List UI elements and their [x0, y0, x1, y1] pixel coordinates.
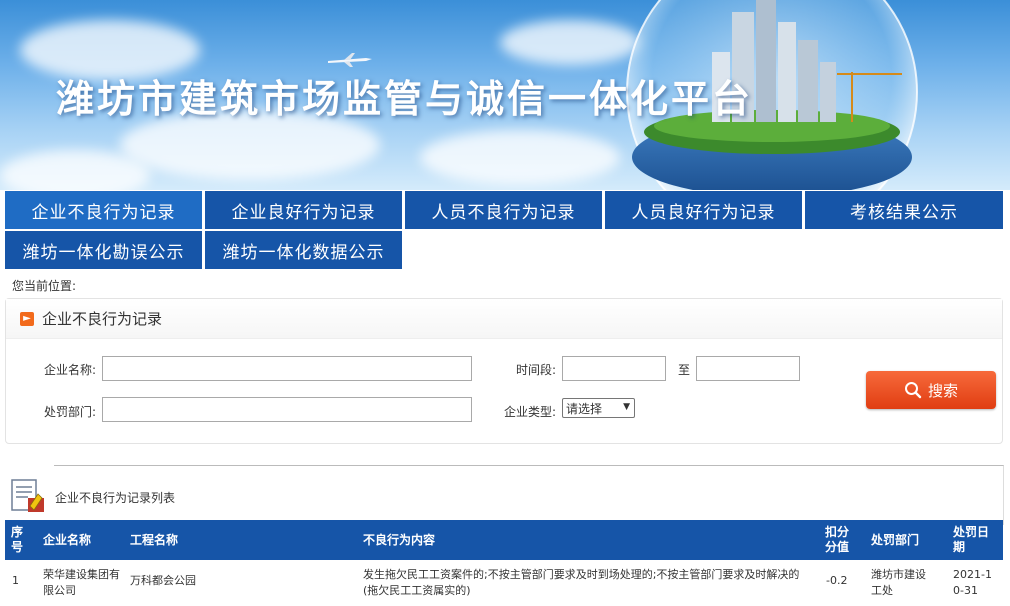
col-project: 工程名称	[130, 532, 179, 547]
panel-header: ► 企业不良行为记录	[6, 299, 1002, 339]
col-dept: 处罚部门	[871, 532, 920, 547]
header-banner: 潍坊市建筑市场监管与诚信一体化平台	[0, 0, 1010, 190]
cell-index: 1	[12, 574, 19, 587]
document-list-icon	[11, 479, 44, 512]
nav-person-good-record[interactable]: 人员良好行为记录	[605, 191, 802, 229]
company-name-input[interactable]	[102, 356, 472, 381]
col-content: 不良行为内容	[363, 532, 436, 547]
company-type-select[interactable]: 请选择 ▼	[562, 398, 635, 418]
panel-arrow-icon: ►	[20, 311, 34, 326]
main-nav: 企业不良行为记录 企业良好行为记录 人员不良行为记录 人员良好行为记录 考核结果…	[0, 190, 1010, 270]
list-section-frame	[54, 465, 1004, 525]
dept-label: 处罚部门:	[44, 405, 97, 419]
list-title: 企业不良行为记录列表	[55, 491, 176, 505]
cell-dept: 潍坊市建设工处	[871, 568, 926, 597]
site-title: 潍坊市建筑市场监管与诚信一体化平台	[56, 77, 754, 121]
dept-input[interactable]	[102, 397, 472, 422]
breadcrumb: 您当前位置:	[12, 279, 77, 293]
col-index: 序号	[11, 525, 24, 554]
company-type-label: 企业类型:	[504, 405, 557, 419]
to-label: 至	[678, 363, 691, 377]
table-header: 序号 企业名称 工程名称 不良行为内容 扣分分值 处罚部门 处罚日期	[5, 520, 1003, 560]
col-date: 处罚日期	[953, 525, 990, 554]
search-button[interactable]: 搜索	[866, 371, 996, 409]
cell-project[interactable]: 万科都会公园	[130, 573, 196, 589]
cell-score: -0.2	[826, 574, 848, 587]
col-company: 企业名称	[43, 532, 92, 547]
cell-content: 发生拖欠民工工资案件的;不按主管部门要求及时到场处理的;不按主管部门要求及时解决…	[363, 568, 800, 597]
nav-enterprise-bad-record[interactable]: 企业不良行为记录	[5, 191, 202, 229]
period-label: 时间段:	[516, 363, 557, 377]
period-to-input[interactable]	[696, 356, 800, 381]
search-icon	[904, 382, 922, 399]
nav-erratum-notice[interactable]: 潍坊一体化勘误公示	[5, 231, 202, 269]
nav-assessment-results[interactable]: 考核结果公示	[805, 191, 1003, 229]
period-from-input[interactable]	[562, 356, 666, 381]
nav-person-bad-record[interactable]: 人员不良行为记录	[405, 191, 602, 229]
col-score: 扣分分值	[825, 525, 850, 554]
airplane-icon	[328, 53, 372, 67]
table-row[interactable]: 1 荣华建设集团有限公司 万科都会公园 发生拖欠民工工资案件的;不按主管部门要求…	[5, 563, 1003, 606]
nav-data-notice[interactable]: 潍坊一体化数据公示	[205, 231, 402, 269]
company-name-label: 企业名称:	[44, 363, 97, 377]
cell-date: 2021-10-31	[953, 568, 992, 597]
cell-company[interactable]: 荣华建设集团有限公司	[43, 567, 123, 599]
search-button-label: 搜索	[927, 381, 958, 400]
company-type-selected: 请选择	[566, 401, 603, 416]
chevron-down-icon: ▼	[623, 402, 630, 412]
search-panel: ► 企业不良行为记录 企业名称: 时间段: 至 处罚部门: 企业类型: 请选择 …	[5, 298, 1003, 444]
panel-title: 企业不良行为记录	[42, 310, 163, 328]
nav-enterprise-good-record[interactable]: 企业良好行为记录	[205, 191, 402, 229]
